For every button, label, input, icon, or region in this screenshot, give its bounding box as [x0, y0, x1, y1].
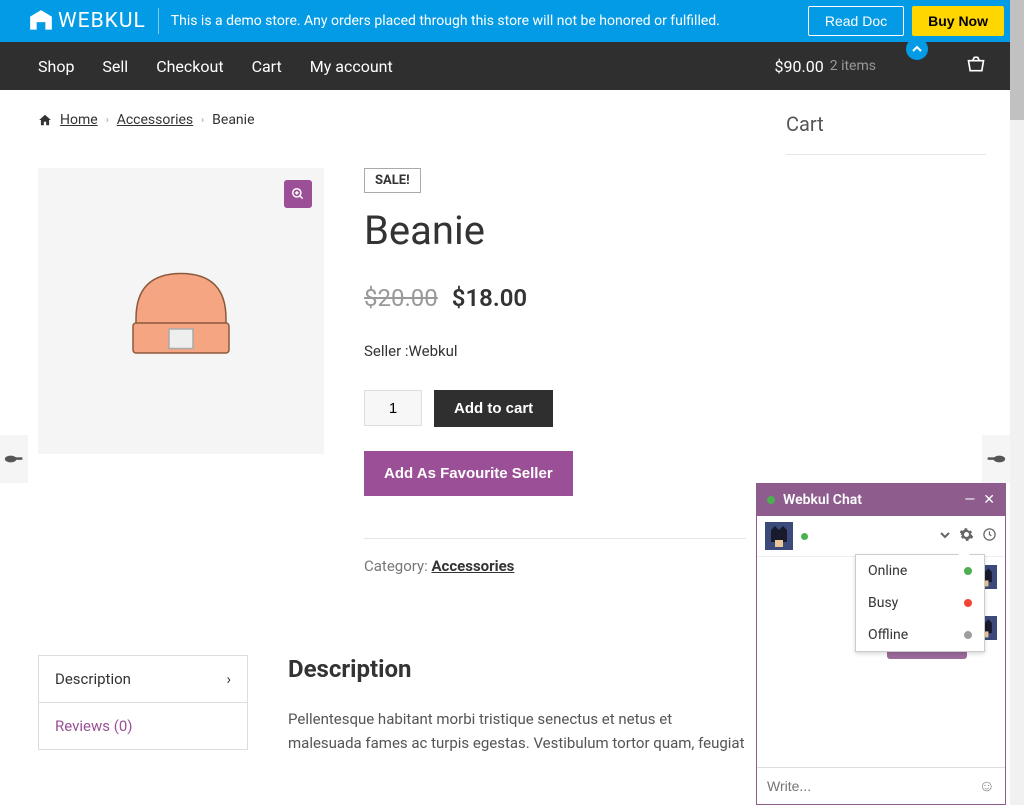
notice-text: This is a demo store. Any orders placed … — [171, 13, 798, 29]
buy-now-button[interactable]: Buy Now — [912, 6, 1004, 36]
nav-checkout[interactable]: Checkout — [156, 57, 223, 76]
chat-close-icon[interactable]: ✕ — [983, 492, 995, 508]
dot-gray-icon — [964, 631, 972, 639]
chat-widget: Webkul Chat — ✕ Hello 2020-02-14 1 — [756, 483, 1006, 805]
description-text: Pellentesque habitant morbi tristique se… — [288, 707, 746, 755]
chat-minimize-icon[interactable]: — — [964, 492, 975, 508]
brand-logo: WEBKUL — [28, 8, 146, 34]
chat-header[interactable]: Webkul Chat — ✕ — [757, 484, 1005, 516]
status-busy[interactable]: Busy — [856, 587, 984, 619]
category-link[interactable]: Accessories — [431, 557, 514, 575]
gear-icon[interactable] — [959, 527, 974, 546]
chevron-right-icon: › — [226, 670, 231, 688]
add-to-cart-button[interactable]: Add to cart — [434, 390, 553, 427]
dot-green-icon — [964, 567, 972, 575]
sale-badge: SALE! — [364, 168, 421, 193]
chat-presence-dot-icon — [801, 533, 808, 540]
prev-product-button[interactable] — [0, 435, 28, 483]
tab-reviews[interactable]: Reviews (0) — [38, 703, 248, 750]
dot-red-icon — [964, 599, 972, 607]
read-doc-button[interactable]: Read Doc — [808, 6, 904, 36]
tab-description[interactable]: Description › — [38, 655, 248, 703]
chat-status-dot-icon — [767, 496, 775, 504]
category-line: Category: Accessories — [364, 557, 746, 575]
product-image[interactable] — [38, 168, 324, 454]
cart-item-count: 2 items — [830, 58, 876, 74]
cart-total[interactable]: $90.00 — [775, 57, 824, 76]
seller-info: Seller :Webkul — [364, 342, 746, 360]
notice-bar: WEBKUL This is a demo store. Any orders … — [0, 0, 1024, 42]
chevron-down-icon[interactable] — [939, 527, 951, 545]
new-price: $18.00 — [452, 284, 527, 312]
quantity-input[interactable] — [364, 390, 422, 426]
chat-title: Webkul Chat — [783, 492, 956, 508]
chat-user-avatar[interactable] — [765, 522, 793, 550]
breadcrumb: Home › Accessories › Beanie — [38, 112, 746, 128]
product-title: Beanie — [364, 207, 746, 254]
status-offline[interactable]: Offline — [856, 619, 984, 651]
zoom-icon[interactable] — [284, 180, 312, 208]
nav-shop[interactable]: Shop — [38, 57, 74, 76]
chat-input-row: ☺ — [757, 767, 1005, 804]
description-heading: Description — [288, 655, 746, 683]
clock-icon[interactable] — [982, 527, 997, 546]
nav-sell[interactable]: Sell — [102, 57, 128, 76]
breadcrumb-current: Beanie — [212, 112, 254, 128]
breadcrumb-home[interactable]: Home — [60, 112, 98, 128]
status-online[interactable]: Online — [856, 555, 984, 587]
home-icon — [38, 113, 52, 127]
add-favourite-seller-button[interactable]: Add As Favourite Seller — [364, 451, 573, 496]
old-price: $20.00 — [364, 284, 438, 312]
collapse-notice-icon[interactable] — [906, 38, 928, 60]
basket-icon[interactable] — [966, 55, 986, 78]
chat-input[interactable] — [767, 778, 979, 794]
nav-account[interactable]: My account — [310, 57, 393, 76]
next-product-button[interactable] — [982, 435, 1010, 483]
price: $20.00 $18.00 — [364, 284, 746, 312]
nav-cart[interactable]: Cart — [252, 57, 282, 76]
page-scrollbar[interactable] — [1010, 0, 1024, 805]
breadcrumb-category[interactable]: Accessories — [117, 112, 193, 128]
emoji-icon[interactable]: ☺ — [979, 776, 995, 796]
status-dropdown: Online Busy Offline — [855, 554, 985, 652]
main-navigation: Shop Sell Checkout Cart My account $90.0… — [0, 42, 1024, 90]
sidebar-cart-title: Cart — [786, 112, 986, 136]
